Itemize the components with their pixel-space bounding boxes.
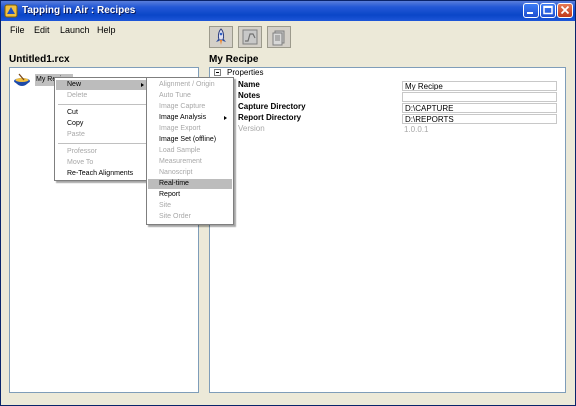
property-capture-directory-label: Capture Directory: [238, 102, 306, 111]
title-bar[interactable]: Tapping in Air : Recipes: [1, 1, 575, 21]
properties-collapse-toggle[interactable]: [214, 69, 221, 76]
ctx-item-new[interactable]: New: [56, 80, 149, 90]
submenu-item-label: Image Analysis: [159, 114, 207, 121]
property-notes-label: Notes: [238, 91, 261, 100]
submenu-item-nanoscript[interactable]: Nanoscript: [148, 168, 232, 178]
window-title: Tapping in Air : Recipes: [22, 5, 136, 16]
recipe-file-title: Untitled1.rcx: [9, 54, 70, 65]
property-capture-directory-value[interactable]: D:\CAPTURE: [402, 103, 557, 113]
menu-edit[interactable]: Edit: [34, 25, 50, 35]
chart-icon: [242, 29, 258, 45]
minimize-button[interactable]: [523, 3, 539, 18]
submenu-item-measurement[interactable]: Measurement: [148, 157, 232, 167]
submenu-item-real-time[interactable]: Real-time: [148, 179, 232, 189]
ctx-item-cut[interactable]: Cut: [56, 108, 149, 118]
ctx-item-professor[interactable]: Professor: [56, 147, 149, 157]
submenu-item-load-sample[interactable]: Load Sample: [148, 146, 232, 156]
document-button[interactable]: [267, 26, 291, 48]
recipe-bowl-icon: [14, 73, 30, 86]
property-name-label: Name: [238, 80, 260, 89]
submenu-item-report[interactable]: Report: [148, 190, 232, 200]
menu-separator: [58, 143, 147, 144]
property-version-value: 1.0.0.1: [402, 125, 557, 135]
property-report-directory-value[interactable]: D:\REPORTS: [402, 114, 557, 124]
new-submenu: Alignment / Origin Auto Tune Image Captu…: [146, 77, 234, 225]
ctx-item-move-to[interactable]: Move To: [56, 158, 149, 168]
minimize-icon: [527, 12, 533, 14]
submenu-item-image-capture[interactable]: Image Capture: [148, 102, 232, 112]
submenu-item-auto-tune[interactable]: Auto Tune: [148, 91, 232, 101]
app-icon: [4, 4, 18, 18]
menu-separator: [58, 104, 147, 105]
context-menu: New Delete Cut Copy Paste Professor Move…: [54, 77, 151, 181]
ctx-item-re-teach-alignments[interactable]: Re-Teach Alignments: [56, 169, 149, 179]
ctx-item-copy[interactable]: Copy: [56, 119, 149, 129]
property-notes-value[interactable]: [402, 92, 557, 102]
submenu-item-image-analysis[interactable]: Image Analysis: [148, 113, 232, 123]
properties-heading: Properties: [227, 68, 264, 77]
close-button[interactable]: [557, 3, 573, 18]
menu-help[interactable]: Help: [97, 25, 116, 35]
property-version-label: Version: [238, 124, 265, 133]
menu-file[interactable]: File: [10, 25, 25, 35]
submenu-item-alignment-origin[interactable]: Alignment / Origin: [148, 80, 232, 90]
ctx-item-delete[interactable]: Delete: [56, 91, 149, 101]
submenu-item-image-set-offline[interactable]: Image Set (offline): [148, 135, 232, 145]
submenu-item-site[interactable]: Site: [148, 201, 232, 211]
maximize-icon: [543, 5, 553, 15]
ctx-item-paste[interactable]: Paste: [56, 130, 149, 140]
property-report-directory-label: Report Directory: [238, 113, 302, 122]
submenu-item-image-export[interactable]: Image Export: [148, 124, 232, 134]
close-icon: [560, 5, 570, 15]
submenu-arrow-icon: [141, 83, 144, 87]
submenu-arrow-icon: [224, 116, 227, 120]
submenu-item-site-order[interactable]: Site Order: [148, 212, 232, 222]
document-icon: [272, 30, 285, 46]
ctx-item-label: New: [67, 81, 82, 88]
chart-button[interactable]: [238, 26, 262, 48]
property-name-value[interactable]: My Recipe: [402, 81, 557, 91]
menu-launch[interactable]: Launch: [60, 25, 90, 35]
recipe-title: My Recipe: [209, 54, 259, 65]
launch-button[interactable]: [209, 26, 233, 48]
launch-rocket-icon: [216, 28, 226, 45]
maximize-button[interactable]: [540, 3, 556, 18]
